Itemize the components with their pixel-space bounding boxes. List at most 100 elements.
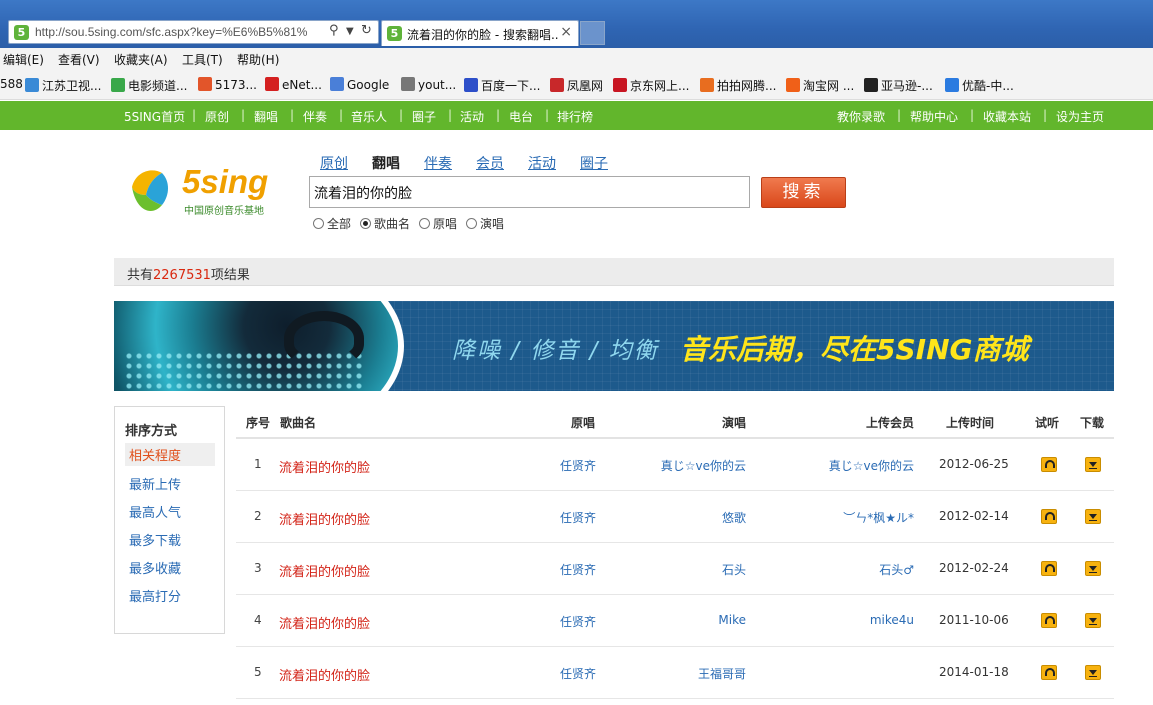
favorite-item[interactable]: 拍拍网腾... [700,77,776,94]
favorite-item[interactable]: 百度一下... [464,77,540,94]
result-count: 2267531 [153,268,211,283]
favorite-item[interactable]: 淘宝网 ... [786,77,854,94]
nav-cover[interactable]: 翻唱 [254,108,278,125]
song-link[interactable]: 流着泪的你的脸 [279,665,370,684]
site-logo[interactable]: 5sing 中国原创音乐基地 [130,163,280,220]
favorite-item[interactable]: yout... [401,77,456,92]
menu-view[interactable]: 查看(V) [58,51,100,68]
nav-radio[interactable]: 电台 [509,108,533,125]
search-button[interactable]: 搜索 [761,177,846,208]
col-download: 下载 [1080,416,1105,430]
favorite-item[interactable]: 优酷-中... [945,77,1014,94]
address-bar[interactable]: 5 http://sou.5sing.com/sfc.aspx?key=%E6%… [8,20,379,44]
col-date: 上传时间 [946,416,995,430]
singer-link[interactable]: 真じ☆ve你的云 [661,457,746,474]
sort-favorites[interactable]: 最多收藏 [129,558,181,577]
nav-circles[interactable]: 圈子 [412,108,436,125]
headphones-listen-icon[interactable] [1041,509,1057,524]
refresh-icon[interactable]: ↻ [361,23,372,38]
browser-tab[interactable]: 5 流着泪的你的脸 - 搜索翻唱... × [381,20,579,46]
nav-original[interactable]: 原创 [205,108,229,125]
nav-learn-recording[interactable]: 教你录歌 [837,108,885,125]
download-icon[interactable] [1085,457,1101,472]
original-artist-link[interactable]: 任贤齐 [560,561,596,578]
headphones-listen-icon[interactable] [1041,457,1057,472]
song-link[interactable]: 流着泪的你的脸 [279,613,370,632]
tab-close-icon[interactable]: × [560,24,572,40]
favorite-item[interactable]: eNet... [265,77,322,92]
table-row: 1 流着泪的你的脸 任贤齐 真じ☆ve你的云 真じ☆ve你的云 2012-06-… [236,439,1114,491]
promo-banner[interactable]: 降噪 / 修音 / 均衡 音乐后期，尽在5SING商城 [114,301,1114,391]
search-icon[interactable]: ⚲ [329,23,339,38]
uploader-link[interactable]: ︶ㄣ*枫★ル* [843,509,914,526]
favorite-item[interactable]: 京东网上... [613,77,689,94]
favorite-item[interactable]: 电影频道... [111,77,187,94]
new-tab-button[interactable] [580,21,605,45]
nav-events[interactable]: 活动 [460,108,484,125]
tab-title[interactable]: 流着泪的你的脸 - 搜索翻唱... [407,26,559,43]
menu-favorites[interactable]: 收藏夹(A) [114,51,168,68]
original-artist-link[interactable]: 任贤齐 [560,509,596,526]
favorite-item[interactable]: 江苏卫视... [25,77,101,94]
sort-title: 排序方式 [125,424,178,439]
scope-singer-radio[interactable]: 演唱 [466,215,504,232]
singer-link[interactable]: 王福哥哥 [698,665,746,682]
address-url[interactable]: http://sou.5sing.com/sfc.aspx?key=%E6%B5… [35,25,325,39]
original-artist-link[interactable]: 任贤齐 [560,613,596,630]
menu-help[interactable]: 帮助(H) [237,51,279,68]
dropdown-icon[interactable]: ▼ [346,26,354,37]
tab-original[interactable]: 原创 [320,153,348,173]
download-icon[interactable] [1085,665,1101,680]
nav-accompaniment[interactable]: 伴奏 [303,108,327,125]
nav-musicians[interactable]: 音乐人 [351,108,387,125]
headphones-listen-icon[interactable] [1041,561,1057,576]
song-link[interactable]: 流着泪的你的脸 [279,509,370,528]
sort-relevance[interactable]: 相关程度 [125,443,215,466]
col-singer: 演唱 [722,416,747,430]
menu-edit[interactable]: 编辑(E) [3,51,44,68]
nav-separator: | [339,108,344,122]
uploader-link[interactable]: 石头♂ [879,561,914,578]
singer-link[interactable]: Mike [718,613,746,627]
uploader-link[interactable]: mike4u [870,613,914,627]
tab-accompaniment[interactable]: 伴奏 [424,153,452,173]
sort-popular[interactable]: 最高人气 [129,502,181,521]
original-artist-link[interactable]: 任贤齐 [560,665,596,682]
favorite-item[interactable]: 5173... [198,77,257,92]
uploader-link[interactable]: 真じ☆ve你的云 [829,457,914,474]
radio-icon [419,218,430,229]
tab-members[interactable]: 会员 [476,153,504,173]
singer-link[interactable]: 石头 [722,561,746,578]
table-row: 5 流着泪的你的脸 任贤齐 王福哥哥 2014-01-18 [236,647,1114,699]
tab-cover[interactable]: 翻唱 [372,153,400,173]
song-link[interactable]: 流着泪的你的脸 [279,561,370,580]
scope-songname-radio[interactable]: 歌曲名 [360,215,410,232]
sort-newest[interactable]: 最新上传 [129,474,181,493]
download-icon[interactable] [1085,509,1101,524]
favorite-item[interactable]: 588 [0,77,23,91]
scope-all-radio[interactable]: 全部 [313,215,351,232]
menu-tools[interactable]: 工具(T) [182,51,223,68]
search-input[interactable]: 流着泪的你的脸 [309,176,750,208]
nav-set-homepage[interactable]: 设为主页 [1056,108,1104,125]
headphones-listen-icon[interactable] [1041,665,1057,680]
nav-charts[interactable]: 排行榜 [557,108,593,125]
headphones-listen-icon[interactable] [1041,613,1057,628]
favorite-item[interactable]: 凤凰网 [550,77,603,94]
song-link[interactable]: 流着泪的你的脸 [279,457,370,476]
sort-downloads[interactable]: 最多下载 [129,530,181,549]
favorite-item[interactable]: Google [330,77,389,92]
nav-bookmark-site[interactable]: 收藏本站 [983,108,1031,125]
sort-rating[interactable]: 最高打分 [129,586,181,605]
upload-date: 2012-06-25 [939,457,1009,471]
nav-help-center[interactable]: 帮助中心 [910,108,958,125]
scope-original-radio[interactable]: 原唱 [419,215,457,232]
tab-events[interactable]: 活动 [528,153,556,173]
favorite-item[interactable]: 亚马逊-... [864,77,933,94]
singer-link[interactable]: 悠歌 [722,509,746,526]
nav-home[interactable]: 5SING首页 [124,108,185,125]
download-icon[interactable] [1085,613,1101,628]
original-artist-link[interactable]: 任贤齐 [560,457,596,474]
tab-circles[interactable]: 圈子 [580,153,608,173]
download-icon[interactable] [1085,561,1101,576]
